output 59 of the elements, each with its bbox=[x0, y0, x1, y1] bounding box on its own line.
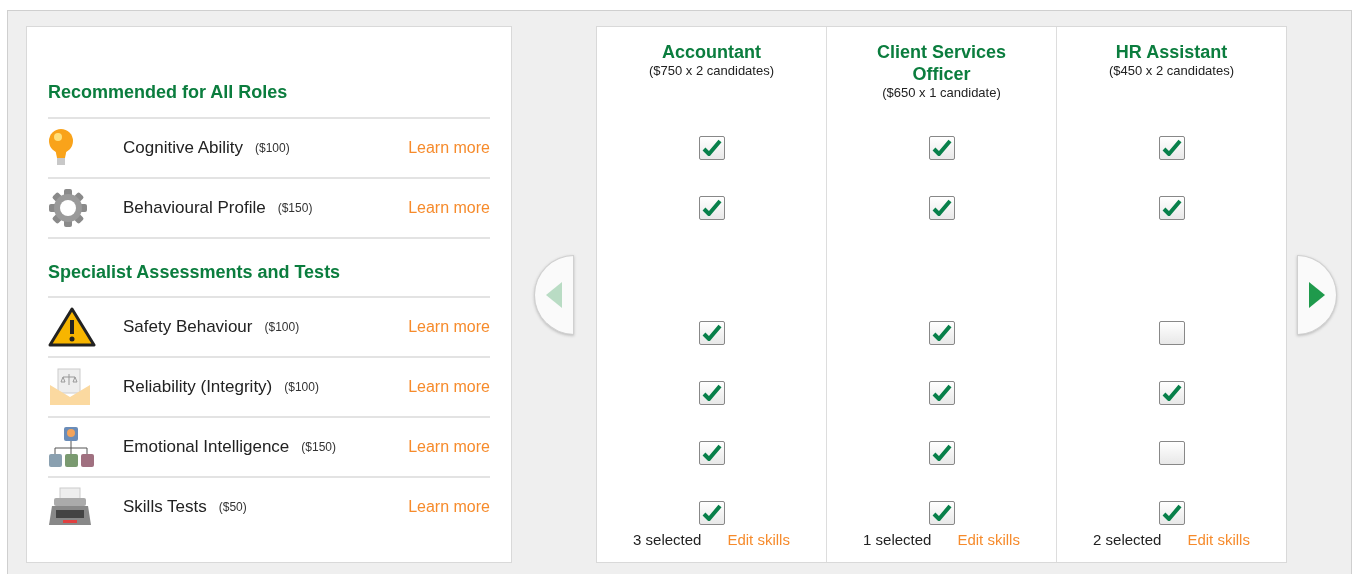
learn-more-link[interactable]: Learn more bbox=[408, 438, 490, 456]
checkbox[interactable] bbox=[928, 501, 955, 525]
role-title: Accountant bbox=[661, 41, 762, 63]
role-price: ($650 x 1 candidate) bbox=[881, 85, 1002, 100]
selected-count: 3 selected bbox=[633, 531, 702, 548]
checkbox[interactable] bbox=[698, 196, 725, 220]
assessment-name: Cognitive Ability bbox=[123, 138, 243, 158]
learn-more-link[interactable]: Learn more bbox=[408, 378, 490, 396]
checkbox[interactable] bbox=[1158, 441, 1185, 465]
checkbox[interactable] bbox=[928, 441, 955, 465]
next-button[interactable] bbox=[1297, 254, 1337, 335]
learn-more-link[interactable]: Learn more bbox=[408, 199, 490, 217]
role-price: ($750 x 2 candidates) bbox=[648, 63, 775, 78]
assessment-price: ($100) bbox=[264, 320, 300, 334]
envelope-icon bbox=[48, 367, 92, 407]
checkbox[interactable] bbox=[1158, 381, 1185, 405]
selected-count: 1 selected bbox=[863, 531, 932, 548]
checkbox[interactable] bbox=[698, 136, 725, 160]
checkbox[interactable] bbox=[698, 381, 725, 405]
edit-skills-link[interactable]: Edit skills bbox=[1187, 531, 1250, 548]
warning-icon bbox=[48, 307, 96, 347]
checkbox[interactable] bbox=[928, 196, 955, 220]
assessment-price: ($100) bbox=[255, 141, 290, 155]
assessment-name: Emotional Intelligence bbox=[123, 437, 290, 457]
edit-skills-link[interactable]: Edit skills bbox=[727, 531, 790, 548]
assessment-price: ($150) bbox=[301, 440, 336, 454]
gear-icon bbox=[48, 188, 88, 228]
edit-skills-link[interactable]: Edit skills bbox=[957, 531, 1020, 548]
org-chart-icon bbox=[48, 426, 94, 468]
typewriter-icon bbox=[48, 487, 92, 527]
assessment-name: Safety Behaviour bbox=[123, 317, 253, 337]
left-arrow-icon bbox=[544, 279, 564, 310]
role-price: ($450 x 2 candidates) bbox=[1108, 63, 1235, 78]
section-heading: Recommended for All Roles bbox=[48, 79, 490, 119]
checkbox[interactable] bbox=[928, 321, 955, 345]
learn-more-link[interactable]: Learn more bbox=[408, 498, 490, 516]
assessment-name: Behavioural Profile bbox=[123, 198, 266, 218]
checkbox[interactable] bbox=[1158, 136, 1185, 160]
checkbox[interactable] bbox=[698, 501, 725, 525]
selected-count: 2 selected bbox=[1093, 531, 1162, 548]
section-heading: Specialist Assessments and Tests bbox=[48, 237, 490, 298]
learn-more-link[interactable]: Learn more bbox=[408, 139, 490, 157]
light-bulb-icon bbox=[48, 128, 74, 168]
assessment-name: Reliability (Integrity) bbox=[123, 377, 273, 397]
role-title: HR Assistant bbox=[1114, 41, 1229, 63]
role-title: Client Services Officer bbox=[875, 41, 1008, 85]
checkbox[interactable] bbox=[698, 321, 725, 345]
checkbox[interactable] bbox=[1158, 321, 1185, 345]
right-arrow-icon bbox=[1307, 279, 1327, 310]
checkbox[interactable] bbox=[1158, 196, 1185, 220]
checkbox[interactable] bbox=[928, 381, 955, 405]
assessment-price: ($50) bbox=[218, 500, 247, 514]
checkbox[interactable] bbox=[698, 441, 725, 465]
assessment-price: ($100) bbox=[284, 380, 319, 394]
learn-more-link[interactable]: Learn more bbox=[408, 318, 490, 336]
assessment-price: ($150) bbox=[277, 201, 313, 215]
checkbox[interactable] bbox=[928, 136, 955, 160]
checkbox[interactable] bbox=[1158, 501, 1185, 525]
assessment-name: Skills Tests bbox=[123, 497, 207, 517]
